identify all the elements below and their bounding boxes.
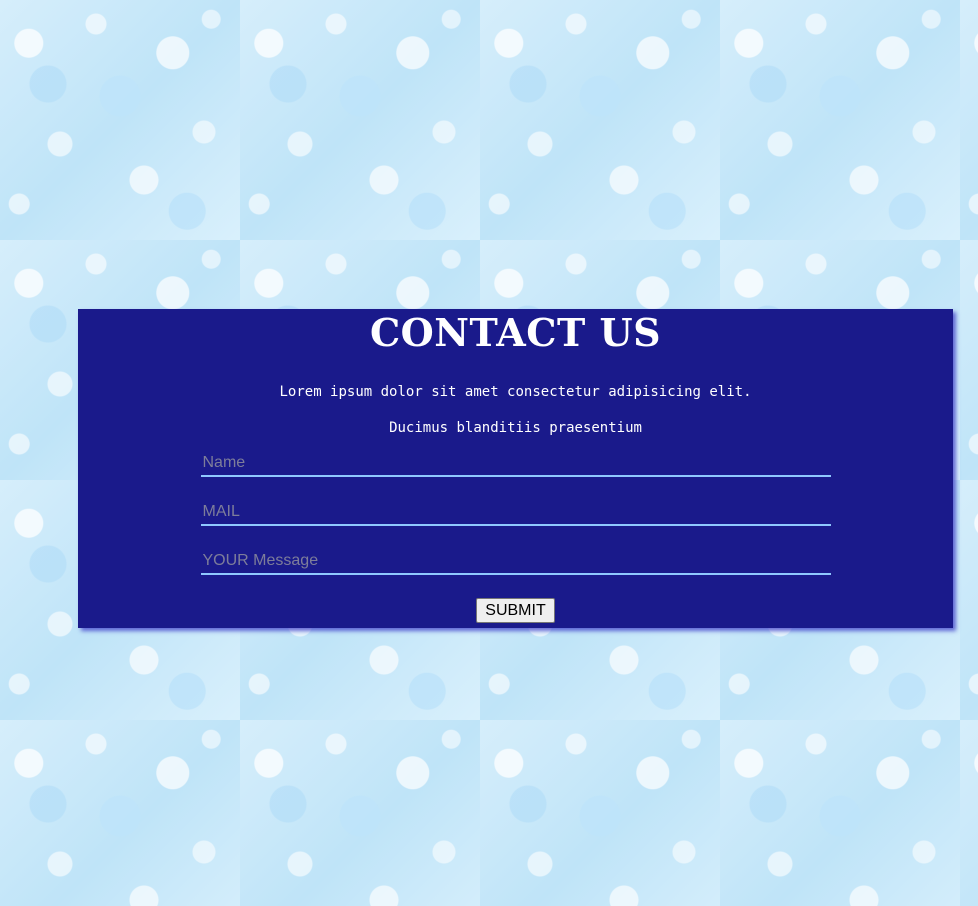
contact-panel: CONTACT US Lorem ipsum dolor sit amet co… <box>78 309 953 628</box>
submit-button[interactable]: SUBMIT <box>476 598 555 623</box>
contact-form: SUBMIT <box>200 451 831 623</box>
intro-text-line-2: Ducimus blanditiis praesentium <box>389 420 642 436</box>
page-title: CONTACT US <box>369 310 662 355</box>
message-field[interactable] <box>200 549 831 575</box>
mail-field[interactable] <box>200 500 831 526</box>
name-field[interactable] <box>200 451 831 477</box>
intro-text-line-1: Lorem ipsum dolor sit amet consectetur a… <box>279 384 752 400</box>
